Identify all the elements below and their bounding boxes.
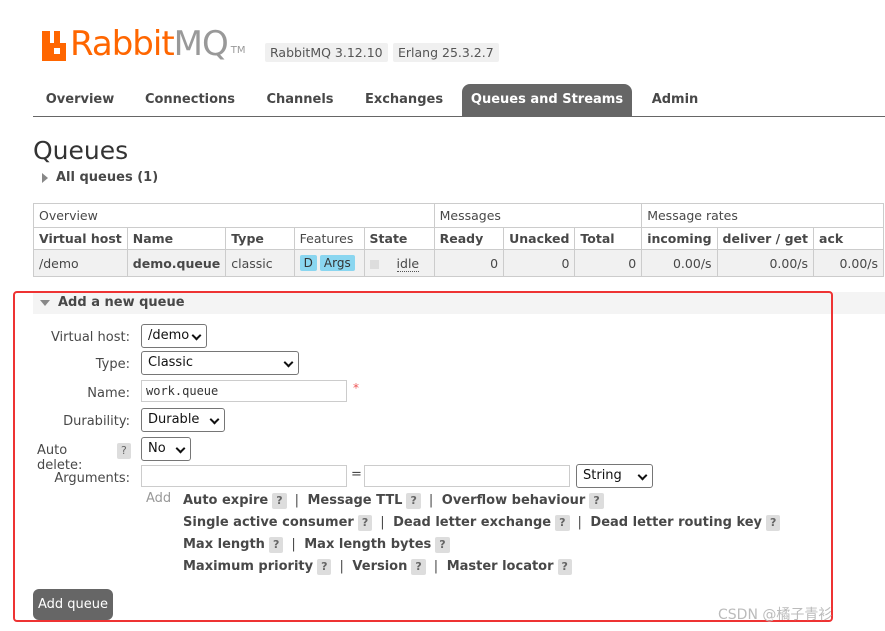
expand-arrow-icon xyxy=(42,172,48,183)
virtual-host-label: Virtual host: xyxy=(50,330,130,345)
chevron-down-icon xyxy=(209,414,220,425)
cell-ready: 0 xyxy=(433,249,505,277)
col-state: State xyxy=(363,227,435,250)
tab-exchanges[interactable]: Exchanges xyxy=(353,84,455,116)
rabbitmq-logo: RabbitMQ TM xyxy=(42,24,246,64)
col-deliver-get: deliver / get xyxy=(716,227,815,250)
tab-queues-and-streams[interactable]: Queues and Streams xyxy=(462,84,632,116)
feature-durable-badge: D xyxy=(299,255,317,271)
cell-type: classic xyxy=(225,249,295,277)
help-icon[interactable]: ? xyxy=(272,493,287,509)
arg-single-active-consumer-link[interactable]: Single active consumer xyxy=(183,515,354,530)
arg-overflow-behaviour-link[interactable]: Overflow behaviour xyxy=(442,493,586,508)
group-header-message-rates: Message rates xyxy=(641,203,884,228)
help-icon[interactable]: ? xyxy=(557,559,572,575)
argument-shortcuts-row-1: Auto expire? | Message TTL? | Overflow beh… xyxy=(183,493,608,509)
argument-shortcuts-row-4: Maximum priority? | Version? | Master loca… xyxy=(183,559,576,575)
help-icon[interactable]: ? xyxy=(555,515,570,531)
help-icon[interactable]: ? xyxy=(268,537,284,553)
add-queue-button[interactable]: Add queue xyxy=(33,589,113,620)
chevron-down-icon xyxy=(191,330,202,341)
feature-args-badge: Args xyxy=(319,255,355,271)
main-tabs: Overview Connections Channels Exchanges … xyxy=(33,84,885,117)
auto-delete-help-icon[interactable]: ? xyxy=(117,443,131,459)
arg-max-length-link[interactable]: Max length xyxy=(183,537,265,552)
help-icon[interactable]: ? xyxy=(411,559,426,575)
table-row[interactable]: /demo demo.queue classic D Args idle 0 0 … xyxy=(33,249,884,277)
type-label: Type: xyxy=(95,357,130,372)
name-label: Name: xyxy=(87,386,130,401)
durability-select[interactable]: Durable xyxy=(141,408,225,432)
col-ready: Ready xyxy=(433,227,505,250)
help-icon[interactable]: ? xyxy=(435,537,450,553)
help-icon[interactable]: ? xyxy=(766,515,781,531)
tab-overview[interactable]: Overview xyxy=(33,84,127,116)
cell-features: D Args xyxy=(293,249,365,277)
virtual-host-select[interactable]: /demo xyxy=(141,324,207,348)
arg-auto-expire-link[interactable]: Auto expire xyxy=(183,493,268,508)
col-virtual-host: Virtual host xyxy=(33,227,128,250)
state-indicator-icon xyxy=(369,259,379,269)
help-icon[interactable]: ? xyxy=(317,559,332,575)
queue-name-link[interactable]: demo.queue xyxy=(126,249,227,277)
cell-total: 0 xyxy=(574,249,643,277)
cell-incoming: 0.00/s xyxy=(641,249,718,277)
cell-state: idle xyxy=(363,249,435,277)
help-icon[interactable]: ? xyxy=(406,493,421,509)
cell-virtual-host: /demo xyxy=(33,249,128,277)
required-marker: * xyxy=(353,381,359,395)
all-queues-toggle[interactable]: All queues (1) xyxy=(42,170,158,185)
erlang-version-badge: Erlang 25.3.2.7 xyxy=(393,43,499,62)
logo-trademark: TM xyxy=(230,45,246,56)
add-queue-toggle[interactable]: Add a new queue xyxy=(40,295,185,310)
name-input[interactable]: work.queue xyxy=(141,380,347,402)
watermark: CSDN @橘子青衫 xyxy=(718,607,833,623)
col-type: Type xyxy=(225,227,295,250)
equals-sign: = xyxy=(351,467,362,482)
col-features: Features xyxy=(293,227,365,250)
arg-max-length-bytes-link[interactable]: Max length bytes xyxy=(304,537,431,552)
type-select[interactable]: Classic xyxy=(141,351,299,375)
cell-unacked: 0 xyxy=(503,249,576,277)
cell-deliver-get: 0.00/s xyxy=(716,249,815,277)
argument-shortcuts-row-2: Single active consumer? | Dead letter exc… xyxy=(183,515,784,531)
rabbitmq-version-badge: RabbitMQ 3.12.10 xyxy=(265,43,388,62)
auto-delete-label: Auto delete: xyxy=(37,443,83,473)
argument-value-input[interactable] xyxy=(364,465,570,487)
arg-master-locator-link[interactable]: Master locator xyxy=(447,559,554,574)
arguments-label: Arguments: xyxy=(54,471,130,486)
arg-maximum-priority-link[interactable]: Maximum priority xyxy=(183,559,313,574)
rabbit-logo-icon xyxy=(42,31,66,61)
arg-dead-letter-routing-key-link[interactable]: Dead letter routing key xyxy=(590,515,762,530)
tab-channels[interactable]: Channels xyxy=(255,84,345,116)
group-header-overview: Overview xyxy=(33,203,435,228)
arg-version-link[interactable]: Version xyxy=(352,559,407,574)
add-argument-label: Add xyxy=(146,491,172,506)
chevron-down-icon xyxy=(175,443,186,454)
collapse-arrow-icon xyxy=(40,299,50,306)
logo-text: RabbitMQ xyxy=(70,24,229,64)
argument-shortcuts-row-3: Max length? | Max length bytes? xyxy=(183,537,454,553)
col-unacked: Unacked xyxy=(503,227,576,250)
col-incoming: incoming xyxy=(641,227,718,250)
arg-dead-letter-exchange-link[interactable]: Dead letter exchange xyxy=(393,515,551,530)
auto-delete-select[interactable]: No xyxy=(141,437,191,461)
col-ack: ack xyxy=(813,227,884,250)
col-name: Name xyxy=(126,227,227,250)
chevron-down-icon xyxy=(283,357,294,368)
page-title: Queues xyxy=(33,136,129,165)
argument-type-select[interactable]: String xyxy=(576,464,653,488)
chevron-down-icon xyxy=(637,470,648,481)
queues-table: Overview Messages Message rates Virtual … xyxy=(33,203,884,277)
tab-admin[interactable]: Admin xyxy=(639,84,711,116)
group-header-messages: Messages xyxy=(433,203,643,228)
col-total: Total xyxy=(574,227,643,250)
tab-connections[interactable]: Connections xyxy=(133,84,247,116)
argument-key-input[interactable] xyxy=(141,465,347,487)
durability-label: Durability: xyxy=(63,414,130,429)
help-icon[interactable]: ? xyxy=(589,493,604,509)
help-icon[interactable]: ? xyxy=(357,515,373,531)
arg-message-ttl-link[interactable]: Message TTL xyxy=(308,493,403,508)
cell-ack: 0.00/s xyxy=(813,249,884,277)
